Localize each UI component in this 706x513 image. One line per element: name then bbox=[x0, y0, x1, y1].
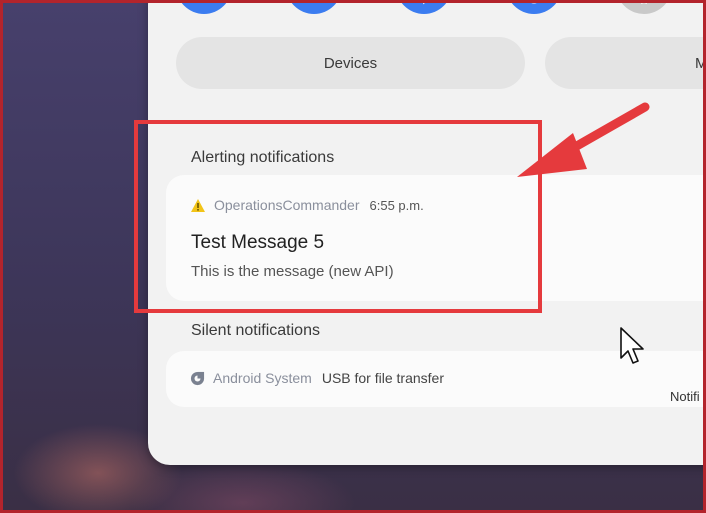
silent-notification-text: USB for file transfer bbox=[321, 370, 444, 386]
annotation-arrow-icon bbox=[517, 102, 650, 177]
airplane-icon bbox=[641, 3, 647, 4]
silent-notification-row: Android System USB for file transfer bbox=[190, 370, 444, 386]
notification-settings-link[interactable]: Notifi bbox=[670, 389, 700, 404]
devices-button[interactable]: Devices bbox=[176, 37, 525, 89]
mouse-cursor-icon bbox=[620, 327, 644, 364]
wifi-tile[interactable] bbox=[176, 0, 232, 14]
volume-tile[interactable] bbox=[286, 0, 342, 14]
bluetooth-tile[interactable] bbox=[396, 3, 452, 14]
wifi-icon bbox=[194, 0, 214, 6]
bluetooth-icon bbox=[423, 3, 425, 5]
devices-label: Devices bbox=[323, 54, 378, 72]
auto-rotate-tile[interactable] bbox=[506, 3, 562, 14]
silent-section-title: Silent notifications bbox=[191, 322, 320, 339]
volume-icon bbox=[304, 0, 324, 6]
media-button[interactable]: M bbox=[545, 37, 703, 89]
media-label: M bbox=[695, 55, 703, 72]
android-system-icon bbox=[190, 371, 205, 385]
auto-rotate-icon bbox=[531, 3, 537, 4]
highlight-box bbox=[134, 120, 542, 313]
silent-app-name: Android System bbox=[213, 370, 312, 386]
airplane-tile[interactable] bbox=[616, 3, 672, 14]
desktop-frame: Devices M Alerting notifications Operati… bbox=[0, 0, 706, 513]
